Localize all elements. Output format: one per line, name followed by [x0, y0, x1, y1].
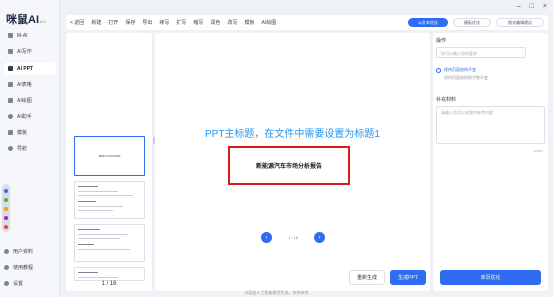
app-logo-text: 咪鼠AI	[6, 14, 39, 26]
sidebar-item-ai-ppt[interactable]: AI PPT	[4, 62, 56, 75]
slide-pager: ‹ 1 / 16 ›	[261, 232, 325, 243]
generate-ppt-button[interactable]: 生成PPT	[390, 270, 426, 285]
pen-icon	[8, 49, 13, 54]
tool-dot-icon[interactable]	[4, 216, 8, 220]
sidebar-user-profile[interactable]: 用户资料	[4, 248, 33, 255]
operation-title: 操作	[436, 38, 447, 44]
toolbar-polish[interactable]: 润色	[210, 19, 220, 26]
gear-icon	[4, 281, 9, 286]
sidebar-item-ai-writing[interactable]: AI写作	[4, 45, 56, 58]
sidebar-item-label: 设置	[13, 281, 24, 287]
maximize-icon[interactable]: □	[530, 3, 534, 10]
slide-title: 新能源汽车市场分析报告	[255, 164, 322, 170]
tool-dot-icon[interactable]	[4, 189, 8, 193]
table-icon	[8, 82, 13, 87]
template-optimize-button[interactable]: 模板优化	[453, 18, 491, 27]
regenerate-button[interactable]: 重新生成	[349, 270, 385, 285]
sidebar-item-label: 用户资料	[13, 249, 34, 255]
slide-canvas: PPT主标题，在文件中需要设置为标题1 新能源汽车市场分析报告 ‹ 1 / 16…	[155, 33, 430, 291]
user-icon	[4, 249, 9, 254]
radio-label: 保持页面结构不变	[444, 67, 476, 72]
minimize-icon[interactable]: –	[517, 3, 521, 10]
template-icon	[8, 130, 13, 135]
toolbar-template[interactable]: 模板	[244, 19, 254, 26]
char-count: 0/2000	[533, 149, 543, 153]
ai-disclaimer: 内容由人工智能模型生成，仅供参考	[244, 290, 309, 295]
slide-thumbnail-3[interactable]	[74, 224, 145, 262]
highlighted-title-box[interactable]: 新能源汽车市场分析报告	[228, 146, 350, 185]
app-version: 2.0	[40, 19, 46, 24]
help-icon	[4, 265, 9, 270]
sidebar-item-m-ai[interactable]: M-AI	[4, 29, 56, 42]
sidebar-item-label: M-AI	[17, 32, 28, 39]
sidebar-item-navigation[interactable]: 导航	[4, 142, 56, 155]
sidebar-item-ai-table[interactable]: AI表格	[4, 78, 56, 91]
chat-icon	[8, 33, 13, 38]
sidebar-settings[interactable]: 设置	[4, 280, 23, 287]
sidebar-item-template[interactable]: 模板	[4, 126, 56, 139]
sidebar-item-ai-drawing[interactable]: AI绘图	[4, 94, 56, 107]
tool-dot-icon[interactable]	[4, 207, 8, 211]
toolbar-rewrite[interactable]: 改写	[227, 19, 237, 26]
sidebar-item-label: AI助手	[17, 114, 32, 120]
image-icon	[8, 98, 13, 103]
pager-text: 1 / 16	[287, 235, 298, 240]
format-suggestion-button[interactable]: 格式编辑建议	[496, 18, 544, 27]
keep-structure-option[interactable]: 保持页面结构不变 保持页面结构和字数不变	[436, 67, 488, 81]
main-area: – □ × < 返回 新建 打开 保存 导出 续写 扩写 缩写 润色 改写 模板…	[61, 0, 553, 297]
slide-heading: PPT主标题，在文件中需要设置为标题1	[204, 129, 380, 140]
sidebar-item-label: AI写作	[17, 49, 32, 55]
toolbar-save[interactable]: 保存	[125, 19, 135, 26]
operation-input[interactable]: 你可以输入你的要求	[436, 47, 526, 58]
slide-thumbnail-1[interactable]: 新能源汽车市场分析报告	[74, 136, 145, 176]
back-button[interactable]: < 返回	[70, 19, 84, 26]
material-title: 补充材料	[436, 97, 457, 103]
close-icon[interactable]: ×	[543, 3, 547, 10]
app-logo: 咪鼠AI2.0	[6, 11, 46, 27]
next-slide-button[interactable]: ›	[314, 232, 325, 243]
toolbar-open[interactable]: 打开	[108, 19, 118, 26]
material-textarea[interactable]: 请输入你可以给我的参考内容	[436, 106, 545, 144]
slide-thumbnail-panel: 新能源汽车市场分析报告 1 / 16	[66, 33, 152, 291]
toolbar-expand[interactable]: 扩写	[176, 19, 186, 26]
slide-thumbnail-4[interactable]	[74, 267, 145, 281]
sidebar-item-label: AI表格	[17, 82, 32, 88]
sidebar-item-label: 使用教程	[13, 265, 34, 271]
sidebar-item-label: 模板	[17, 130, 28, 136]
toolbar-shorten[interactable]: 缩写	[193, 19, 203, 26]
floating-toolbar[interactable]	[2, 184, 10, 232]
editor-toolbar: < 返回 新建 打开 保存 导出 续写 扩写 缩写 润色 改写 模板 AI绘图 …	[66, 15, 548, 30]
sidebar-item-ai-assistant[interactable]: AI助手	[4, 110, 56, 123]
thumbnail-title: 新能源汽车市场分析报告	[98, 156, 121, 158]
single-page-optimize-button[interactable]: 单页优化	[440, 270, 541, 285]
toolbar-export[interactable]: 导出	[142, 19, 152, 26]
radio-icon[interactable]	[436, 68, 441, 73]
navigation-icon	[8, 146, 13, 151]
sidebar: 咪鼠AI2.0 M-AI AI写作 AI PPT AI表格 AI绘图 AI助手 …	[0, 0, 60, 297]
toolbar-new[interactable]: 新建	[91, 19, 101, 26]
ai-text-optimize-button[interactable]: AI文本优化	[408, 18, 448, 27]
prev-slide-button[interactable]: ‹	[261, 232, 272, 243]
sidebar-tutorial[interactable]: 使用教程	[4, 264, 33, 271]
toolbar-ai-drawing[interactable]: AI绘图	[261, 19, 276, 26]
tool-dot-icon[interactable]	[4, 225, 8, 229]
radio-description: 保持页面结构和字数不变	[444, 75, 488, 80]
optimize-panel: 操作 你可以输入你的要求 保持页面结构不变 保持页面结构和字数不变 补充材料 请…	[433, 33, 548, 291]
toolbar-continue[interactable]: 续写	[159, 19, 169, 26]
window-controls: – □ ×	[517, 3, 547, 10]
page-counter: 1 / 16	[101, 281, 117, 287]
slide-thumbnail-2[interactable]	[74, 181, 145, 219]
sidebar-item-label: AI绘图	[17, 98, 32, 104]
sidebar-item-label: AI PPT	[17, 65, 34, 72]
robot-icon	[8, 114, 13, 119]
ppt-icon	[8, 66, 13, 71]
tool-dot-icon[interactable]	[4, 198, 8, 202]
sidebar-item-label: 导航	[17, 146, 28, 152]
